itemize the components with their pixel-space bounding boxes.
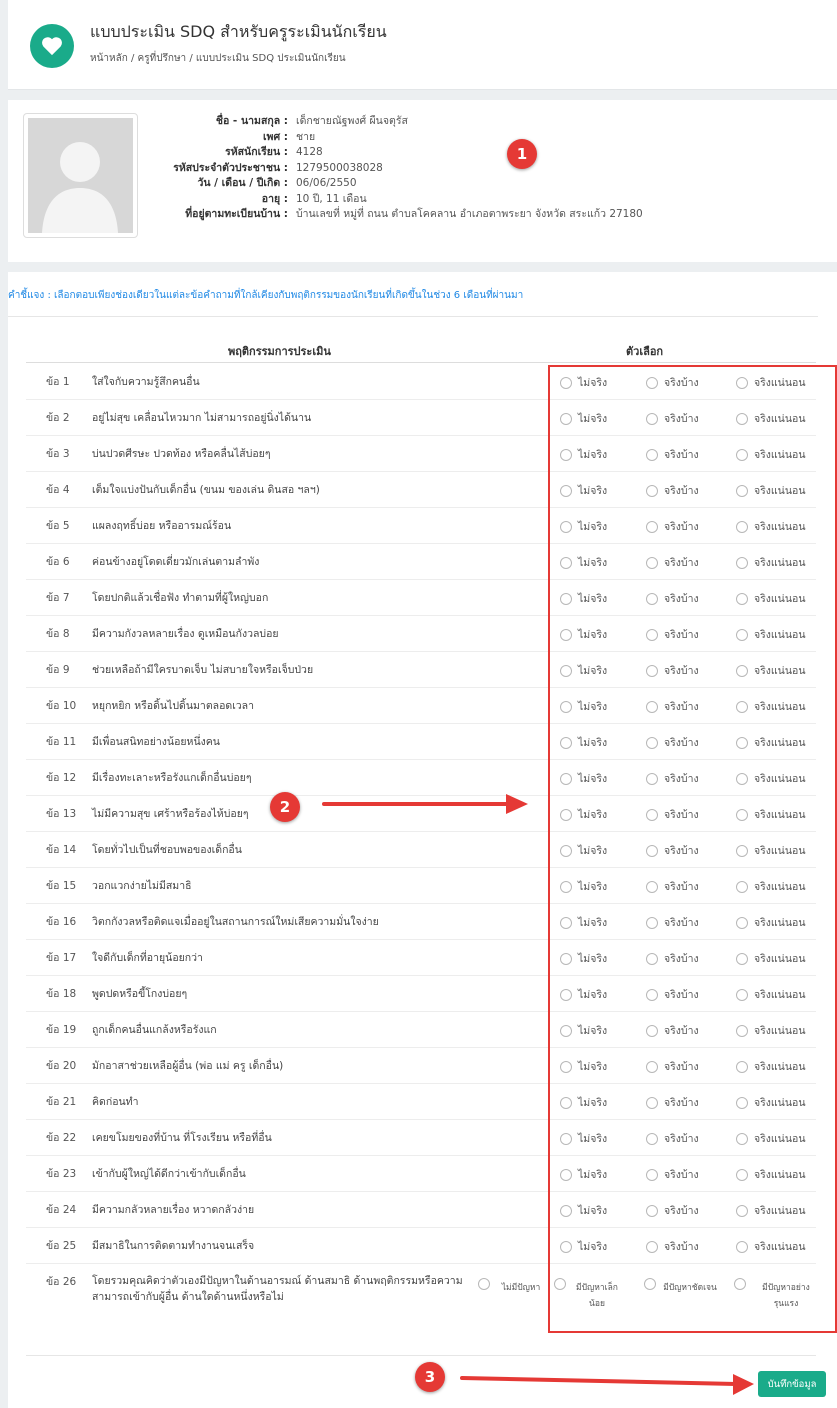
column-header-options: ตัวเลือก: [626, 345, 664, 358]
question-number: ข้อ 10: [46, 700, 77, 712]
question-number: ข้อ 23: [46, 1168, 77, 1180]
question-number: ข้อ 18: [46, 988, 77, 1000]
question-number: ข้อ 17: [46, 952, 77, 964]
question-text: ไม่มีความสุข เศร้าหรือร้องไห้บ่อยๆ: [92, 808, 249, 820]
page-title: แบบประเมิน SDQ สำหรับครูระเมินนักเรียน: [90, 22, 387, 41]
question-number: ข้อ 3: [46, 448, 70, 460]
question-text: หยุกหยิก หรือดิ้นไปดิ้นมาตลอดเวลา: [92, 700, 255, 712]
question-number: ข้อ 21: [46, 1096, 77, 1108]
instruction-text: คำชี้แจง : เลือกตอบเพียงช่องเดียวในแต่ละ…: [8, 290, 524, 301]
option-label: ไม่มีปัญหา: [501, 1283, 541, 1293]
question-number: ข้อ 25: [46, 1240, 77, 1252]
info-label: รหัสประจำตัวประชาชน :: [173, 161, 288, 174]
question-number: ข้อ 14: [46, 844, 77, 856]
info-label: ชื่อ - นามสกุล :: [215, 115, 288, 127]
heart-logo-icon: [30, 24, 74, 68]
question-number: ข้อ 1: [46, 376, 70, 388]
question-text: ถูกเด็กคนอื่นแกล้งหรือรังแก: [92, 1024, 217, 1036]
info-label: ที่อยู่ตามทะเบียนบ้าน :: [185, 208, 288, 220]
question-number: ข้อ 11: [46, 736, 77, 748]
radio-circle[interactable]: [478, 1278, 490, 1290]
page-header: แบบประเมิน SDQ สำหรับครูระเมินนักเรียน ห…: [8, 0, 837, 90]
question-number: ข้อ 22: [46, 1132, 77, 1144]
question-text: แผลงฤทธิ์บ่อย หรืออารมณ์ร้อน: [92, 520, 232, 532]
info-value: 1279500038028: [296, 161, 383, 174]
question-text: มีเพื่อนสนิทอย่างน้อยหนึ่งคน: [92, 736, 220, 748]
info-value: เด็กชายณัฐพงศ์ ผืนจตุรัส: [296, 115, 408, 127]
question-text: มีสมาธิในการติดตามทำงานจนเสร็จ: [92, 1240, 255, 1252]
question-text: วอกแวกง่ายไม่มีสมาธิ: [92, 880, 192, 892]
info-value: ชาย: [296, 130, 316, 143]
question-text: บ่นปวดศีรษะ ปวดท้อง หรือคลื่นไส้บ่อยๆ: [92, 448, 271, 460]
option-radio[interactable]: ไม่มีปัญหา: [478, 1278, 546, 1296]
info-label: อายุ :: [261, 192, 288, 205]
annotation-highlight-box: [548, 365, 837, 1333]
question-text: ใจดีกับเด็กที่อายุน้อยกว่า: [92, 952, 203, 964]
info-label: วัน / เดือน / ปีเกิด :: [197, 177, 288, 189]
info-value: บ้านเลขที่ หมู่ที่ ถนน ตำบลโคคลาน อำเภอต…: [296, 208, 643, 220]
question-number: ข้อ 8: [46, 628, 70, 640]
question-text: เคยขโมยของที่บ้าน ที่โรงเรียน หรือที่อื่…: [92, 1132, 272, 1144]
question-number: ข้อ 2: [46, 412, 70, 424]
question-text: เต็มใจแบ่งปันกับเด็กอื่น (ขนม ของเล่น ดิ…: [92, 484, 320, 496]
save-button[interactable]: บันทึกข้อมูล: [758, 1371, 826, 1397]
question-text: ใส่ใจกับความรู้สึกคนอื่น: [92, 376, 200, 388]
annotation-arrow-right-icon: [460, 1374, 754, 1395]
question-number: ข้อ 24: [46, 1204, 77, 1216]
question-number: ข้อ 12: [46, 772, 77, 784]
breadcrumb: หน้าหลัก / ครูที่ปรึกษา / แบบประเมิน SDQ…: [90, 53, 346, 64]
info-value: 10 ปี, 11 เดือน: [296, 192, 367, 205]
column-header-behavior: พฤติกรรมการประเมิน: [228, 345, 331, 358]
divider: [8, 316, 818, 317]
question-number: ข้อ 9: [46, 664, 70, 676]
question-text: มีความกลัวหลายเรื่อง หวาดกลัวง่าย: [92, 1204, 255, 1216]
info-label: เพศ :: [262, 130, 288, 143]
question-number: ข้อ 26: [46, 1276, 77, 1288]
question-text: อยู่ไม่สุข เคลื่อนไหวมาก ไม่สามารถอยู่นิ…: [92, 412, 312, 424]
annotation-badge-2: 2: [270, 792, 300, 822]
question-number: ข้อ 19: [46, 1024, 77, 1036]
question-text: โดยปกติแล้วเชื่อฟัง ทำตามที่ผู้ใหญ่บอก: [92, 592, 269, 604]
question-number: ข้อ 15: [46, 880, 77, 892]
question-number: ข้อ 7: [46, 592, 70, 604]
question-number: ข้อ 13: [46, 808, 77, 820]
divider: [26, 362, 816, 363]
question-text: มักอาสาช่วยเหลือผู้อื่น (พ่อ แม่ ครู เด็…: [92, 1060, 284, 1072]
question-number: ข้อ 5: [46, 520, 70, 532]
info-value: 06/06/2550: [296, 177, 357, 189]
sdq-form: คำชี้แจง : เลือกตอบเพียงช่องเดียวในแต่ละ…: [8, 272, 837, 1408]
annotation-arrow-right-icon: [322, 794, 528, 814]
question-text: โดยรวมคุณคิดว่าตัวเองมีปัญหาในด้านอารมณ์…: [92, 1275, 463, 1303]
question-text: พูดปดหรือขี้โกงบ่อยๆ: [92, 988, 188, 1000]
annotation-badge-1: 1: [507, 139, 537, 169]
annotation-badge-3: 3: [415, 1362, 445, 1392]
student-profile-card: ชื่อ - นามสกุล : เด็กชายณัฐพงศ์ ผืนจตุรัส…: [8, 100, 837, 262]
divider: [26, 1355, 816, 1356]
question-text: เข้ากับผู้ใหญ่ได้ดีกว่าเข้ากับเด็กอื่น: [92, 1168, 246, 1180]
question-number: ข้อ 16: [46, 916, 77, 928]
question-number: ข้อ 4: [46, 484, 70, 496]
question-text: วิตกกังวลหรือติดแจเมื่ออยู่ในสถานการณ์ให…: [92, 916, 379, 928]
question-text: ค่อนข้างอยู่โดดเดี่ยวมักเล่นตามลำพัง: [92, 556, 260, 568]
question-text: คิดก่อนทำ: [92, 1096, 139, 1108]
question-text: ช่วยเหลือถ้ามีใครบาดเจ็บ ไม่สบายใจหรือเจ…: [92, 664, 314, 676]
question-number: ข้อ 20: [46, 1060, 77, 1072]
question-number: ข้อ 6: [46, 556, 70, 568]
question-text: มีความกังวลหลายเรื่อง ดูเหมือนกังวลบ่อย: [92, 628, 279, 640]
info-value: 4128: [296, 146, 323, 158]
info-label: รหัสนักเรียน :: [225, 146, 288, 158]
question-text: โดยทั่วไปเป็นที่ชอบพอของเด็กอื่น: [92, 844, 242, 856]
question-text: มีเรื่องทะเลาะหรือรังแกเด็กอื่นบ่อยๆ: [92, 772, 252, 784]
